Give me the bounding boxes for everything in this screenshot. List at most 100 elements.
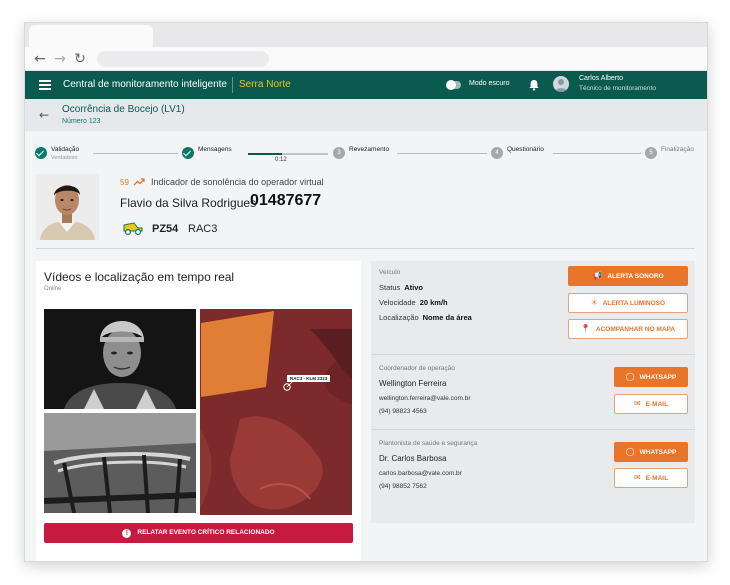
browser-window: ← → ↻ Central de monitoramento inteligen… (24, 22, 708, 562)
browser-tab-strip (25, 23, 707, 47)
follow-on-map-label: ACOMPANHAR NO MAPA (595, 326, 676, 333)
coordinator-email-button[interactable]: ✉ E-MAIL (614, 394, 688, 414)
video-location-card: Vídeos e localização em tempo real Onlin… (36, 261, 361, 561)
operator-photo (36, 174, 99, 240)
health-officer-email[interactable]: carlos.barbosa@vale.com.br (379, 470, 462, 477)
site-name: Serra Norte (239, 79, 291, 90)
vehicle-speed-label: Velocidade (379, 298, 416, 307)
health-email-label: E-MAIL (645, 475, 669, 482)
report-critical-event-button[interactable]: ! RELATAR EVENTO CRÍTICO RELACIONADO (44, 523, 353, 543)
haul-truck-icon (123, 222, 143, 235)
user-avatar-icon[interactable] (553, 76, 569, 92)
operator-id: 01487677 (250, 192, 322, 209)
map-pin-icon: 📍 (580, 324, 591, 333)
equipment-code: PZ54 (152, 223, 179, 235)
dark-mode-label: Modo escuro (469, 80, 510, 87)
app-title: Central de monitoramento inteligente (63, 79, 227, 90)
vehicle-location-value: Nome da área (422, 313, 472, 322)
coordinator-email[interactable]: wellington.ferreira@vale.com.br (379, 395, 471, 402)
health-email-button[interactable]: ✉ E-MAIL (614, 468, 688, 488)
workflow-stepper: Validação Verdadeiro Mensagens 0:12 3 Re… (25, 141, 707, 167)
step-label: Validação (51, 146, 80, 153)
back-arrow-icon[interactable]: ← (31, 50, 49, 68)
alert-circle-icon: ! (122, 529, 132, 538)
step-number-icon: 3 (333, 147, 345, 159)
coordinator-whatsapp-label: WHATSAPP (639, 374, 677, 381)
vehicle-location: Localização Nome da área (379, 313, 472, 322)
step-connector (397, 153, 487, 154)
app-header: Central de monitoramento inteligente Ser… (25, 71, 707, 99)
vehicle-status: Status Ativo (379, 283, 423, 292)
whatsapp-icon: ◯ (625, 372, 635, 381)
light-alert-label: ALERTA LUMINOSO (602, 300, 666, 307)
step-label: Finalização (661, 146, 694, 153)
trending-up-icon (133, 178, 145, 186)
contact-actions-card: Veículo Status Ativo Velocidade 20 km/h Lo… (371, 261, 695, 523)
health-officer-name: Dr. Carlos Barbosa (379, 454, 447, 463)
section-divider (371, 429, 695, 430)
forward-arrow-icon[interactable]: → (51, 50, 69, 68)
header-divider (232, 77, 233, 93)
browser-tab[interactable] (29, 25, 153, 47)
mail-icon: ✉ (633, 399, 641, 408)
light-alert-button[interactable]: ✳ ALERTA LUMINOSO (568, 293, 688, 313)
occurrence-number: Número 123 (62, 118, 101, 125)
occurrence-title: Ocorrência de Bocejo (LV1) (62, 104, 185, 115)
sound-alert-button[interactable]: 📢 ALERTA SONORO (568, 266, 688, 286)
address-bar[interactable] (97, 51, 269, 67)
health-whatsapp-button[interactable]: ◯ WHATSAPP (614, 442, 688, 462)
notification-bell-icon[interactable] (527, 78, 541, 92)
coordinator-email-label: E-MAIL (645, 401, 669, 408)
step-label: Revezamento (349, 146, 390, 153)
check-circle-icon (35, 147, 47, 159)
user-name: Carlos Alberto (579, 75, 623, 82)
mail-icon: ✉ (633, 473, 641, 482)
coordinator-phone: (94) 98823 4563 (379, 408, 427, 415)
coordinator-section-label: Coordenador de operação (379, 365, 455, 372)
vehicle-speed-value: 20 km/h (419, 298, 448, 307)
health-section-label: Plantonista de saúde e segurança (379, 440, 478, 447)
browser-toolbar: ← → ↻ (25, 47, 707, 71)
location-map[interactable]: RAC3 - KLM 2323 (200, 309, 352, 515)
video-status: Online (44, 286, 62, 292)
message-progress-bar (248, 153, 328, 155)
follow-on-map-button[interactable]: 📍 ACOMPANHAR NO MAPA (568, 319, 688, 339)
coordinator-name: Wellington Ferreira (379, 379, 447, 388)
operator-name: Flavio da Silva Rodrigues (120, 196, 257, 210)
message-progress-fill (248, 153, 282, 155)
beacon-light-icon: ✳ (590, 298, 598, 307)
health-whatsapp-label: WHATSAPP (639, 449, 677, 456)
section-divider (371, 354, 695, 355)
step-connector (553, 153, 641, 154)
reload-icon[interactable]: ↻ (71, 50, 89, 68)
back-button-icon[interactable]: ← (39, 108, 49, 122)
step-label: Questionário (507, 146, 544, 153)
vehicle-status-label: Status (379, 283, 401, 292)
vehicle-map-label[interactable]: RAC3 - KLM 2323 (287, 375, 331, 382)
health-officer-phone: (94) 98852 7562 (379, 483, 427, 490)
vehicle-section-label: Veículo (379, 269, 401, 276)
cabin-camera-feed[interactable] (44, 309, 196, 409)
section-divider (36, 248, 695, 249)
road-camera-feed[interactable] (44, 413, 196, 513)
step-number-icon: 4 (491, 147, 503, 159)
drowsiness-indicator-label: Indicador de sonolência do operador virt… (151, 177, 324, 187)
vehicle-status-value: Ativo (404, 283, 424, 292)
step-label: Mensagens (198, 146, 232, 153)
hamburger-menu-icon[interactable] (39, 80, 51, 90)
megaphone-icon: 📢 (592, 271, 603, 280)
check-circle-icon (182, 147, 194, 159)
dark-mode-toggle[interactable] (446, 80, 461, 90)
operator-summary: 59 Indicador de sonolência do operador v… (25, 171, 707, 249)
progress-time: 0:12 (275, 157, 287, 163)
step-number-icon: 5 (645, 147, 657, 159)
drowsiness-score: 59 (120, 178, 129, 187)
report-critical-event-label: RELATAR EVENTO CRÍTICO RELACIONADO (137, 529, 275, 536)
step-sublabel: Verdadeiro (51, 155, 78, 161)
vehicle-location-label: Localização (379, 313, 419, 322)
user-role: Técnico de monitoramento (579, 85, 656, 92)
equipment-model: RAC3 (188, 223, 218, 235)
coordinator-whatsapp-button[interactable]: ◯ WHATSAPP (614, 367, 688, 387)
sound-alert-label: ALERTA SONORO (607, 273, 664, 280)
vehicle-speed: Velocidade 20 km/h (379, 298, 448, 307)
